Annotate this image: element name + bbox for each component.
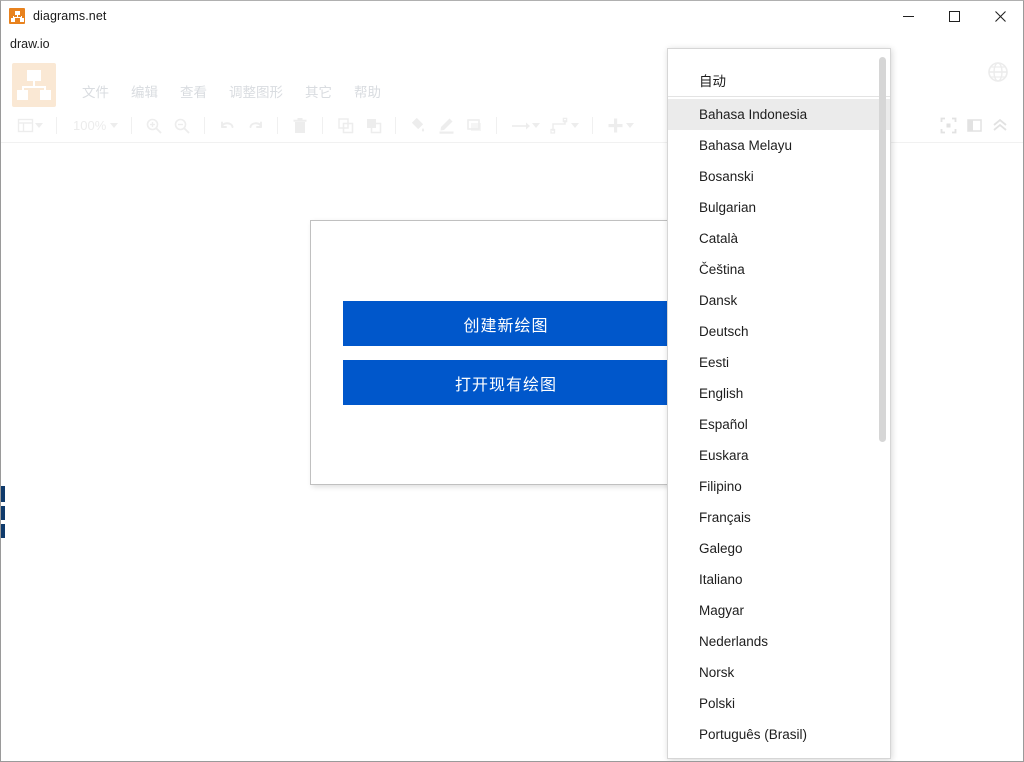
line-color-icon[interactable] bbox=[433, 113, 459, 139]
toolbar-divider bbox=[277, 117, 279, 134]
chevron-down-icon bbox=[35, 123, 43, 128]
language-option-list: Bahasa Indonesia Bahasa Melayu Bosanski Bul… bbox=[668, 97, 890, 758]
window-title: diagrams.net bbox=[33, 9, 107, 23]
app-subtitle: draw.io bbox=[10, 37, 50, 51]
format-panel-icon[interactable] bbox=[961, 113, 987, 139]
toolbar-group-connections bbox=[506, 113, 583, 139]
insert-plus-icon[interactable] bbox=[602, 113, 638, 139]
bring-to-front-icon[interactable] bbox=[332, 113, 358, 139]
dropdown-scrollbar-thumb[interactable] bbox=[879, 57, 886, 442]
language-option[interactable]: Bahasa Indonesia bbox=[668, 99, 890, 130]
window-controls bbox=[885, 1, 1023, 31]
toolbar-group-delete bbox=[287, 113, 313, 139]
splash-dialog-buttons: 创建新绘图 打开现有绘图 bbox=[343, 301, 669, 405]
toolbar-group-insert bbox=[602, 113, 638, 139]
zoom-level-label: 100% bbox=[73, 118, 107, 133]
globe-language-icon[interactable] bbox=[987, 61, 1009, 83]
fullscreen-icon[interactable] bbox=[935, 113, 961, 139]
left-edge-indicator bbox=[1, 486, 5, 538]
language-option-auto[interactable]: 自动 bbox=[668, 63, 890, 97]
language-option[interactable]: Italiano bbox=[668, 564, 890, 595]
language-option[interactable]: Magyar bbox=[668, 595, 890, 626]
maximize-button[interactable] bbox=[931, 1, 977, 31]
diagrams-net-logo-icon bbox=[9, 8, 25, 24]
layout-panel-icon[interactable] bbox=[13, 113, 47, 139]
toolbar-group-style bbox=[405, 113, 487, 139]
toolbar-divider bbox=[395, 117, 397, 134]
language-option[interactable]: Bahasa Melayu bbox=[668, 130, 890, 161]
toolbar-group-zoom: 100% bbox=[66, 113, 122, 139]
menu-item-extras[interactable]: 其它 bbox=[303, 79, 334, 103]
delete-trash-icon[interactable] bbox=[287, 113, 313, 139]
zoom-level-button[interactable]: 100% bbox=[66, 113, 122, 139]
minimize-button[interactable] bbox=[885, 1, 931, 31]
close-button[interactable] bbox=[977, 1, 1023, 31]
dropdown-scrollbar[interactable] bbox=[876, 49, 889, 758]
redo-icon[interactable] bbox=[242, 113, 268, 139]
toolbar-group-history bbox=[214, 113, 268, 139]
language-option[interactable]: Deutsch bbox=[668, 316, 890, 347]
open-existing-diagram-button[interactable]: 打开现有绘图 bbox=[343, 360, 669, 405]
language-option[interactable]: English bbox=[668, 378, 890, 409]
menu-item-edit[interactable]: 编辑 bbox=[129, 79, 160, 103]
language-option[interactable]: Nederlands bbox=[668, 626, 890, 657]
language-option[interactable]: Português (Portugal) bbox=[668, 750, 890, 758]
language-option[interactable]: Português (Brasil) bbox=[668, 719, 890, 750]
menu-items: 文件 编辑 查看 调整图形 其它 帮助 bbox=[80, 79, 383, 109]
fill-color-icon[interactable] bbox=[405, 113, 431, 139]
toolbar-divider bbox=[592, 117, 594, 134]
create-new-diagram-button[interactable]: 创建新绘图 bbox=[343, 301, 669, 346]
menu-item-file[interactable]: 文件 bbox=[80, 79, 111, 103]
title-bar: diagrams.net bbox=[1, 1, 1023, 31]
zoom-out-icon[interactable] bbox=[169, 113, 195, 139]
toolbar-group-order bbox=[332, 113, 386, 139]
toolbar-divider bbox=[322, 117, 324, 134]
language-option[interactable]: Polski bbox=[668, 688, 890, 719]
menu-item-view[interactable]: 查看 bbox=[178, 79, 209, 103]
language-option[interactable]: Español bbox=[668, 409, 890, 440]
toolbar-divider bbox=[204, 117, 206, 134]
toolbar-divider bbox=[131, 117, 133, 134]
menu-item-arrange[interactable]: 调整图形 bbox=[227, 79, 285, 103]
language-option[interactable]: Filipino bbox=[668, 471, 890, 502]
toolbar-group-view bbox=[13, 113, 47, 139]
shadow-icon[interactable] bbox=[461, 113, 487, 139]
application-window: diagrams.net draw.io 文件 编辑 查看 调整图形 其它 帮助… bbox=[0, 0, 1024, 762]
language-option[interactable]: Galego bbox=[668, 533, 890, 564]
chevron-down-icon bbox=[110, 123, 119, 128]
toolbar-divider bbox=[56, 117, 57, 134]
toolbar-right-group bbox=[935, 113, 1023, 139]
toolbar-divider bbox=[496, 117, 498, 134]
chevron-down-icon bbox=[571, 123, 580, 128]
waypoints-icon[interactable] bbox=[546, 113, 583, 139]
language-option[interactable]: Eesti bbox=[668, 347, 890, 378]
language-option[interactable]: Català bbox=[668, 223, 890, 254]
chevron-down-icon bbox=[626, 123, 635, 128]
connection-arrow-icon[interactable] bbox=[506, 113, 544, 139]
language-option[interactable]: Euskara bbox=[668, 440, 890, 471]
toolbar-group-zoom-buttons bbox=[141, 113, 195, 139]
language-dropdown-menu: 自动 Bahasa Indonesia Bahasa Melayu Bosanski… bbox=[667, 48, 891, 759]
language-option[interactable]: Français bbox=[668, 502, 890, 533]
send-to-back-icon[interactable] bbox=[360, 113, 386, 139]
collapse-toolbar-icon[interactable] bbox=[987, 113, 1013, 139]
language-option[interactable]: Bulgarian bbox=[668, 192, 890, 223]
menu-item-help[interactable]: 帮助 bbox=[352, 79, 383, 103]
undo-icon[interactable] bbox=[214, 113, 240, 139]
language-option[interactable]: Dansk bbox=[668, 285, 890, 316]
zoom-in-icon[interactable] bbox=[141, 113, 167, 139]
language-option[interactable]: Čeština bbox=[668, 254, 890, 285]
language-option[interactable]: Norsk bbox=[668, 657, 890, 688]
language-option[interactable]: Bosanski bbox=[668, 161, 890, 192]
splash-dialog: 创建新绘图 打开现有绘图 语言 bbox=[310, 220, 700, 485]
diagrams-net-large-logo-icon bbox=[12, 63, 56, 107]
chevron-down-icon bbox=[532, 123, 541, 128]
title-bar-left: diagrams.net bbox=[1, 8, 106, 24]
